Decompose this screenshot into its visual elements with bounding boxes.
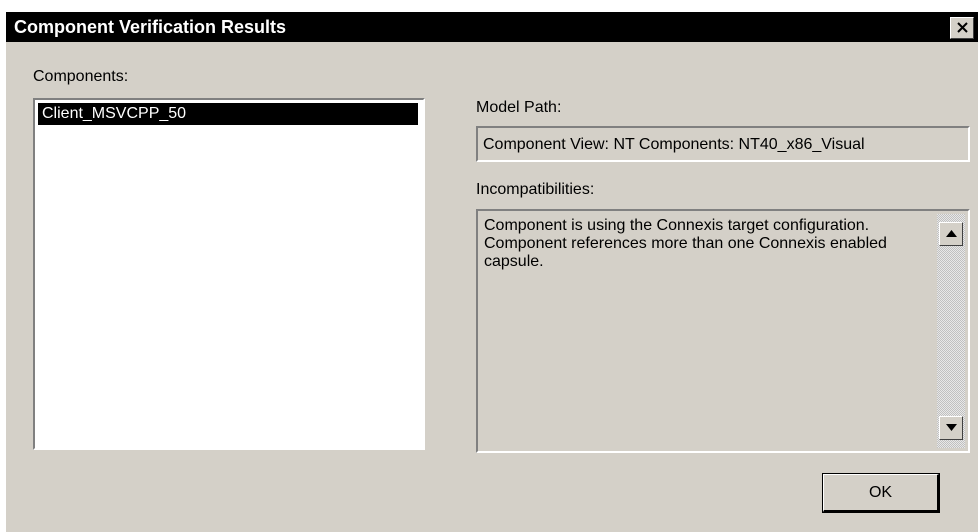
list-item[interactable]: Client_MSVCPP_50 xyxy=(38,103,418,125)
arrow-up-icon xyxy=(946,230,957,237)
model-path-value: Component View: NT Components: NT40_x86_… xyxy=(483,136,865,153)
components-label: Components: xyxy=(33,68,129,85)
incompatibility-line: Component is using the Connexis target c… xyxy=(484,217,870,234)
scroll-up-button[interactable] xyxy=(939,222,963,246)
title-bar[interactable]: Component Verification Results xyxy=(6,12,978,42)
close-icon xyxy=(957,22,968,33)
vertical-scrollbar[interactable] xyxy=(937,214,965,448)
close-button[interactable] xyxy=(950,17,974,39)
window-title: Component Verification Results xyxy=(14,17,287,37)
incompatibility-line: Component references more than one Conne… xyxy=(484,235,887,270)
incompatibilities-textbox[interactable]: Component is using the Connexis target c… xyxy=(476,209,970,453)
arrow-down-icon xyxy=(946,424,957,431)
model-path-label: Model Path: xyxy=(476,99,562,116)
verification-dialog: Component Verification Results Component… xyxy=(6,12,978,532)
incompatibilities-label: Incompatibilities: xyxy=(476,181,595,198)
ok-button[interactable]: OK xyxy=(822,473,940,513)
model-path-field[interactable]: Component View: NT Components: NT40_x86_… xyxy=(476,126,970,162)
components-listbox[interactable]: Client_MSVCPP_50 xyxy=(33,98,425,450)
scroll-down-button[interactable] xyxy=(939,416,963,440)
incompatibilities-text: Component is using the Connexis target c… xyxy=(484,217,924,271)
ok-button-label: OK xyxy=(868,484,893,501)
